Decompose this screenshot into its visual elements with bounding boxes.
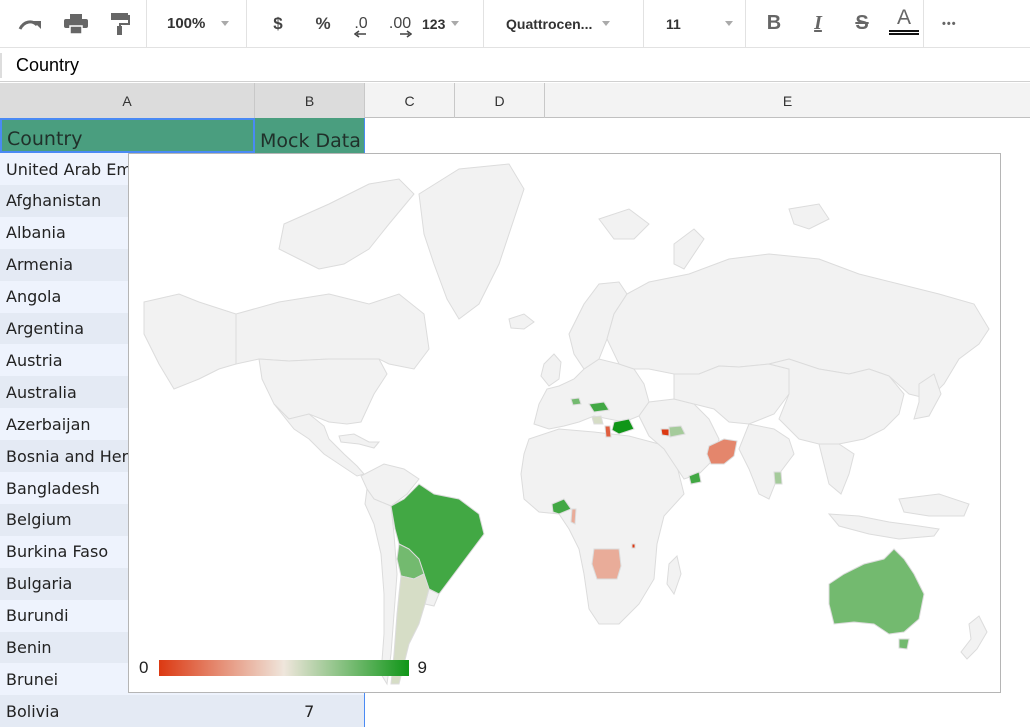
- font-family-value: Quattrocen...: [506, 15, 593, 32]
- zoom-select[interactable]: 100%: [167, 0, 230, 48]
- region-usa[interactable]: [258, 358, 388, 425]
- toolbar-group-format: $ % .0 .00 123: [247, 0, 484, 48]
- color-legend: 0 9: [139, 658, 427, 678]
- region-alaska[interactable]: [143, 293, 237, 390]
- formula-input[interactable]: Country: [16, 55, 79, 76]
- arrow-right-icon: [400, 29, 412, 38]
- arrow-left-icon: [354, 29, 366, 38]
- region-bangladesh[interactable]: [773, 471, 783, 485]
- chevron-down-icon: [602, 21, 611, 26]
- toolbar-group-text-style: B I S A: [746, 0, 924, 48]
- toolbar-group-font: Quattrocen...: [484, 0, 644, 48]
- region-australia[interactable]: [828, 548, 925, 635]
- column-header-a[interactable]: A: [0, 83, 255, 118]
- region-canada[interactable]: [235, 293, 430, 370]
- geo-chart[interactable]: 0 9: [128, 153, 1001, 693]
- column-header-b[interactable]: B: [255, 83, 365, 118]
- paint-format-button[interactable]: [110, 0, 130, 48]
- font-size-value: 11: [666, 15, 681, 32]
- column-header-c[interactable]: C: [365, 83, 455, 118]
- column-headers: A B C D E: [0, 83, 1030, 118]
- legend-gradient-bar: [159, 660, 410, 676]
- region-caribbean[interactable]: [338, 433, 381, 449]
- redo-icon: [18, 19, 41, 30]
- print-icon: [64, 13, 88, 34]
- cell-a1[interactable]: Country: [0, 118, 255, 153]
- world-map: [143, 163, 990, 686]
- currency-format-button[interactable]: $: [267, 0, 289, 48]
- region-armenia[interactable]: [660, 428, 670, 437]
- region-papua[interactable]: [898, 493, 970, 517]
- toolbar: 100% $ % .0 .00 123 Quattrocen... 11 B I…: [0, 0, 1030, 48]
- legend-min-label: 0: [139, 658, 149, 677]
- paint-format-icon: [111, 12, 130, 35]
- region-new-zealand[interactable]: [960, 615, 988, 660]
- country-cell[interactable]: Bolivia: [0, 702, 254, 721]
- region-bosnia-and-herzegovina[interactable]: [591, 415, 604, 425]
- more-formats-label: 123: [422, 15, 446, 32]
- italic-button[interactable]: I: [808, 0, 828, 48]
- value-cell[interactable]: 7: [254, 702, 364, 721]
- region-chile-peru[interactable]: [364, 487, 398, 686]
- column-header-d[interactable]: D: [455, 83, 545, 118]
- increase-decimal-button[interactable]: .00: [378, 0, 422, 48]
- toolbar-group-more: •••: [924, 0, 994, 48]
- text-color-button[interactable]: A: [888, 0, 920, 48]
- text-color-swatch: [889, 30, 919, 35]
- more-formats-select[interactable]: 123: [422, 0, 460, 48]
- toolbar-group-zoom: 100%: [147, 0, 247, 48]
- table-row: Bolivia 7: [0, 695, 365, 728]
- formula-bar-edge: [0, 53, 2, 78]
- percent-format-button[interactable]: %: [302, 0, 344, 48]
- region-canada-arctic-islands[interactable]: [278, 178, 415, 270]
- region-belgium[interactable]: [570, 397, 582, 406]
- region-madagascar[interactable]: [666, 555, 682, 596]
- region-tasmania[interactable]: [898, 638, 910, 650]
- column-header-e[interactable]: E: [545, 83, 1030, 118]
- region-bulgaria[interactable]: [611, 418, 635, 435]
- font-size-select[interactable]: 11: [666, 0, 733, 48]
- cell-b1[interactable]: Mock Data: [255, 118, 365, 153]
- region-africa[interactable]: [520, 428, 685, 625]
- print-button[interactable]: [64, 0, 88, 48]
- formula-bar: Country: [0, 49, 1030, 82]
- redo-button[interactable]: [18, 0, 42, 48]
- region-india[interactable]: [738, 423, 795, 500]
- region-southeast-asia[interactable]: [818, 443, 855, 495]
- zoom-value: 100%: [167, 15, 206, 32]
- more-button[interactable]: •••: [942, 0, 957, 48]
- text-color-label: A: [896, 6, 911, 29]
- region-angola[interactable]: [591, 548, 622, 580]
- region-burundi[interactable]: [631, 543, 636, 549]
- toolbar-group-font-size: 11: [644, 0, 746, 48]
- chevron-down-icon: [221, 21, 230, 26]
- region-greenland[interactable]: [418, 163, 525, 320]
- strikethrough-button[interactable]: S: [852, 0, 872, 48]
- region-benin[interactable]: [570, 508, 577, 525]
- region-iceland[interactable]: [508, 313, 535, 330]
- bold-button[interactable]: B: [764, 0, 784, 48]
- region-indonesia[interactable]: [827, 513, 940, 540]
- font-family-select[interactable]: Quattrocen...: [506, 0, 611, 48]
- legend-max-label: 9: [417, 658, 427, 677]
- decrease-decimal-button[interactable]: .0: [344, 0, 378, 48]
- chevron-down-icon: [451, 21, 460, 26]
- region-uk-ireland[interactable]: [540, 353, 562, 387]
- chevron-down-icon: [724, 21, 733, 26]
- toolbar-group-edit: [0, 0, 147, 48]
- region-albania[interactable]: [604, 425, 612, 438]
